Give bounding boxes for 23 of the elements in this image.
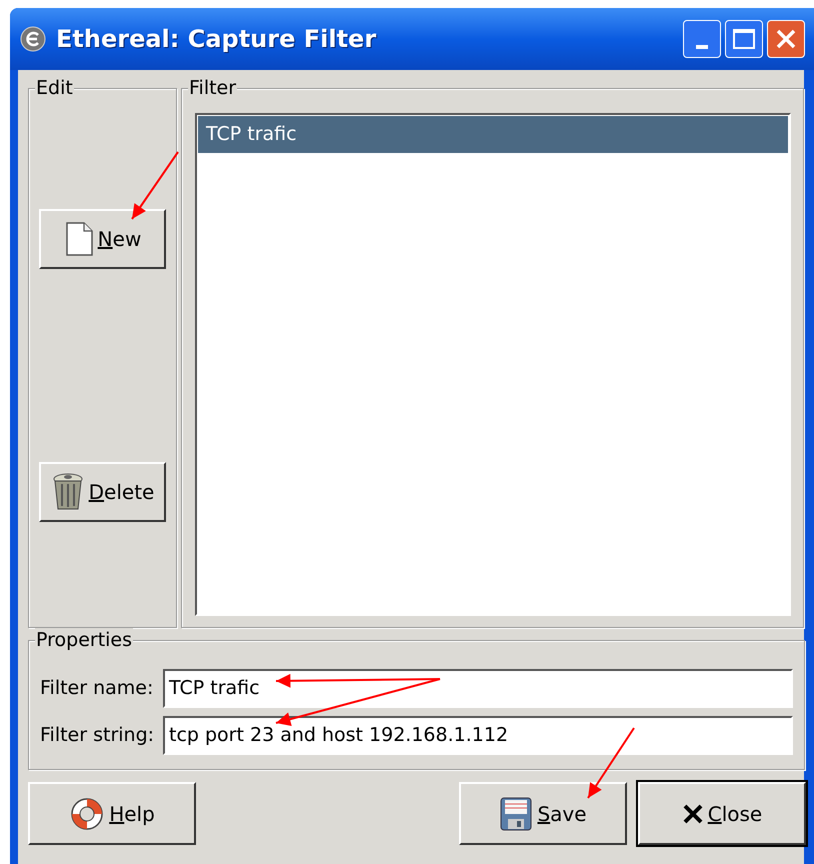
window-title: Ethereal: Capture Filter xyxy=(56,24,376,55)
text-field[interactable]: tcp port 23 and host 192.168.1.112 xyxy=(163,716,793,755)
close-icon xyxy=(774,27,798,51)
minimize-button[interactable] xyxy=(683,20,721,58)
app-logo-icon xyxy=(20,26,46,52)
blank-page-icon xyxy=(64,221,94,257)
new-button[interactable]: New xyxy=(39,209,166,269)
close-icon xyxy=(682,802,704,824)
field-label: Filter string: xyxy=(40,723,156,748)
filter-list-item[interactable]: TCP trafic xyxy=(198,116,788,153)
delete-button[interactable]: Delete xyxy=(39,462,166,522)
close-window-button[interactable] xyxy=(767,20,805,58)
text-field[interactable]: TCP trafic xyxy=(163,669,793,708)
group-legend: Properties xyxy=(35,628,134,652)
help-button[interactable]: Help xyxy=(28,782,196,845)
trash-can-icon xyxy=(50,472,85,512)
annotation-arrow xyxy=(587,727,635,799)
save-button[interactable]: Save xyxy=(459,782,627,845)
close-button[interactable]: Close xyxy=(638,782,806,845)
field-label: Filter name: xyxy=(40,676,154,702)
maximize-button[interactable] xyxy=(725,20,763,58)
annotation-arrow xyxy=(131,151,179,220)
lifebuoy-icon xyxy=(69,796,106,832)
